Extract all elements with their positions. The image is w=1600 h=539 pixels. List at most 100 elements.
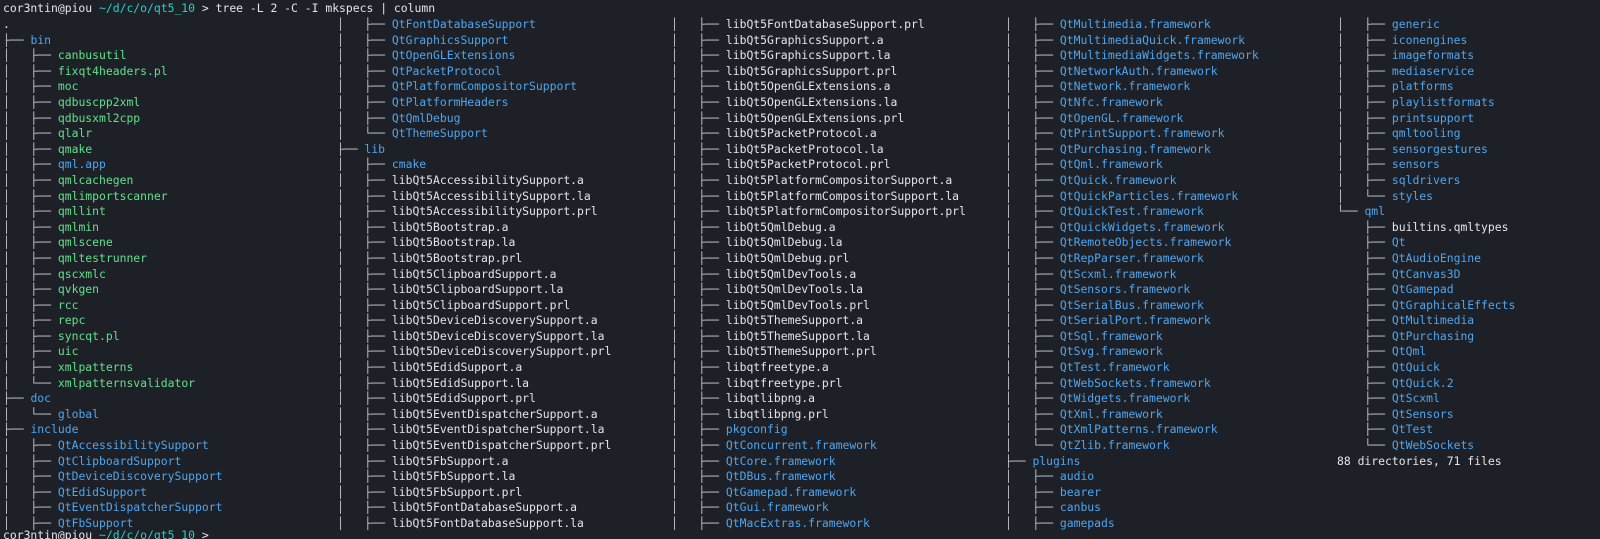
tree-entry: │ ├── libQt5Bootstrap.a <box>337 220 611 236</box>
tree-entry: │ ├── QtEventDispatcherSupport <box>3 500 222 516</box>
tree-entry: │ ├── libQt5ThemeSupport.a <box>671 313 966 329</box>
tree-entry: │ ├── libQt5QmlDebug.a <box>671 220 966 236</box>
directory-name: Qt <box>1391 235 1406 250</box>
tree-branch-glyphs: ├── <box>3 422 31 437</box>
tree-branch-glyphs: │ ├── <box>1337 110 1392 125</box>
directory-name: QtRepParser.framework <box>1059 250 1204 265</box>
command-text[interactable]: tree -L 2 -C -I mkspecs | column <box>216 1 435 15</box>
tree-branch-glyphs: │ ├── <box>671 172 726 187</box>
tree-branch-glyphs: │ ├── <box>1005 188 1060 203</box>
tree-entry: │ ├── QtQuick.framework <box>1005 173 1259 189</box>
tree-entry: └── QtWebSockets <box>1337 438 1515 454</box>
tree-entry: │ ├── QtCore.framework <box>671 454 966 470</box>
tree-entry: ├── QtScxml <box>1337 391 1515 407</box>
tree-branch-glyphs: ├── <box>3 32 31 47</box>
tree-branch-glyphs: │ ├── <box>1005 422 1060 437</box>
executable-name: rcc <box>57 297 79 312</box>
tree-branch-glyphs: │ ├── <box>671 250 726 265</box>
file-name: libQt5AccessibilitySupport.a <box>391 172 584 187</box>
tree-branch-glyphs: │ ├── <box>671 328 726 343</box>
directory-name: QtSerialPort.framework <box>1059 313 1211 328</box>
tree-entry: │ ├── libQt5PlatformCompositorSupport.a <box>671 173 966 189</box>
tree-branch-glyphs: │ ├── <box>671 344 726 359</box>
directory-name: qml.app <box>57 157 106 172</box>
tree-branch-glyphs: │ ├── <box>1005 469 1060 484</box>
file-name: libQt5QmlDebug.a <box>725 219 836 234</box>
executable-name: qmake <box>57 141 93 156</box>
tree-branch-glyphs: │ └── <box>1005 438 1060 453</box>
tree-entry: │ ├── uic <box>3 344 222 360</box>
tree-branch-glyphs: │ ├── <box>1005 344 1060 359</box>
tree-branch-glyphs: │ ├── <box>1005 172 1060 187</box>
tree-entry: │ ├── QtNfc.framework <box>1005 95 1259 111</box>
directory-name: QtQml <box>1391 344 1427 359</box>
tree-entry: │ ├── QtQuickTest.framework <box>1005 204 1259 220</box>
tree-branch-glyphs: │ ├── <box>671 17 726 31</box>
tree-branch-glyphs: │ ├── <box>337 500 392 515</box>
directory-name: QtSensors.framework <box>1059 282 1191 297</box>
tree-branch-glyphs: │ ├── <box>1005 313 1060 328</box>
directory-name: QtNfc.framework <box>1059 94 1163 109</box>
file-name: libQt5PacketProtocol.la <box>725 141 884 156</box>
directory-name: sensorgestures <box>1391 141 1488 156</box>
file-name: libQt5EdidSupport.a <box>391 360 523 375</box>
tree-branch-glyphs: │ ├── <box>671 422 726 437</box>
tree-branch-glyphs: │ └── <box>337 126 392 141</box>
directory-name: qmltooling <box>1391 126 1461 141</box>
tree-entry: │ ├── libQt5QmlDebug.la <box>671 235 966 251</box>
file-name: libQt5ThemeSupport.la <box>725 328 870 343</box>
tree-entry: ├── QtGraphicalEffects <box>1337 298 1515 314</box>
directory-name: QtOpenGLExtensions <box>391 48 516 63</box>
next-prompt-line[interactable]: cor3ntin@piou ~/d/c/o/qt5_10 > <box>3 528 209 539</box>
tree-branch-glyphs: │ ├── <box>1337 141 1392 156</box>
directory-name: global <box>57 406 100 421</box>
directory-name: QtSensors <box>1391 406 1454 421</box>
tree-entry: │ ├── QtGui.framework <box>671 500 966 516</box>
tree-branch-glyphs: │ ├── <box>3 250 58 265</box>
tree-branch-glyphs: │ ├── <box>3 235 58 250</box>
tree-branch-glyphs: │ ├── <box>1005 204 1060 219</box>
tree-entry: │ ├── libQt5EdidSupport.prl <box>337 391 611 407</box>
tree-branch-glyphs: │ ├── <box>337 328 392 343</box>
tree-branch-glyphs: │ ├── <box>337 32 392 47</box>
tree-entry: ├── include <box>3 422 222 438</box>
tree-branch-glyphs: │ ├── <box>1337 172 1392 187</box>
tree-entry: │ ├── printsupport <box>1337 111 1515 127</box>
directory-name: QtThemeSupport <box>391 126 488 141</box>
tree-entry: │ ├── QtEdidSupport <box>3 485 222 501</box>
tree-entry: │ ├── QtXmlPatterns.framework <box>1005 422 1259 438</box>
tree-branch-glyphs: ├── <box>1337 344 1392 359</box>
file-name: libQt5QmlDebug.la <box>725 235 843 250</box>
file-name: libQt5QmlDevTools.prl <box>725 297 870 312</box>
tree-branch-glyphs: │ ├── <box>337 469 392 484</box>
tree-branch-glyphs: │ ├── <box>671 79 726 94</box>
tree-branch-glyphs: │ ├── <box>1005 266 1060 281</box>
directory-name: QtDeviceDiscoverySupport <box>57 469 223 484</box>
tree-entry: │ ├── libQt5EventDispatcherSupport.prl <box>337 438 611 454</box>
file-name: libQt5ClipboardSupport.a <box>391 266 557 281</box>
file-name: libQt5OpenGLExtensions.prl <box>725 110 905 125</box>
tree-entry: │ ├── qmlimportscanner <box>3 189 222 205</box>
directory-name: mediaservice <box>1391 63 1475 78</box>
file-name: libQt5DeviceDiscoverySupport.prl <box>391 344 612 359</box>
tree-entry: │ ├── canbus <box>1005 500 1259 516</box>
file-name: libQt5FontDatabaseSupport.la <box>391 516 584 530</box>
tree-entry: │ ├── QtWidgets.framework <box>1005 391 1259 407</box>
file-name: libQt5OpenGLExtensions.la <box>725 94 898 109</box>
directory-name: QtNetwork.framework <box>1059 79 1191 94</box>
directory-name: QtQuickParticles.framework <box>1059 188 1239 203</box>
directory-name: generic <box>1391 17 1440 31</box>
tree-entry: │ ├── QtQuickWidgets.framework <box>1005 220 1259 236</box>
tree-entry: │ ├── cmake <box>337 157 611 173</box>
tree-branch-glyphs: │ ├── <box>671 516 726 530</box>
tree-entry: │ ├── libQt5QmlDevTools.a <box>671 267 966 283</box>
tree-branch-glyphs: ├── <box>1337 406 1392 421</box>
summary-text: 88 directories, 71 files <box>1337 453 1502 468</box>
file-name: libQt5GraphicsSupport.la <box>725 48 891 63</box>
tree-entry: ├── QtQuick <box>1337 360 1515 376</box>
tree-entry: │ ├── gamepads <box>1005 516 1259 532</box>
terminal-window[interactable]: cor3ntin@piou ~/d/c/o/qt5_10 > tree -L 2… <box>0 0 1600 539</box>
tree-entry: │ ├── QtPacketProtocol <box>337 64 611 80</box>
file-name: builtins.qmltypes <box>1391 219 1509 234</box>
directory-name: QtQml.framework <box>1059 157 1163 172</box>
